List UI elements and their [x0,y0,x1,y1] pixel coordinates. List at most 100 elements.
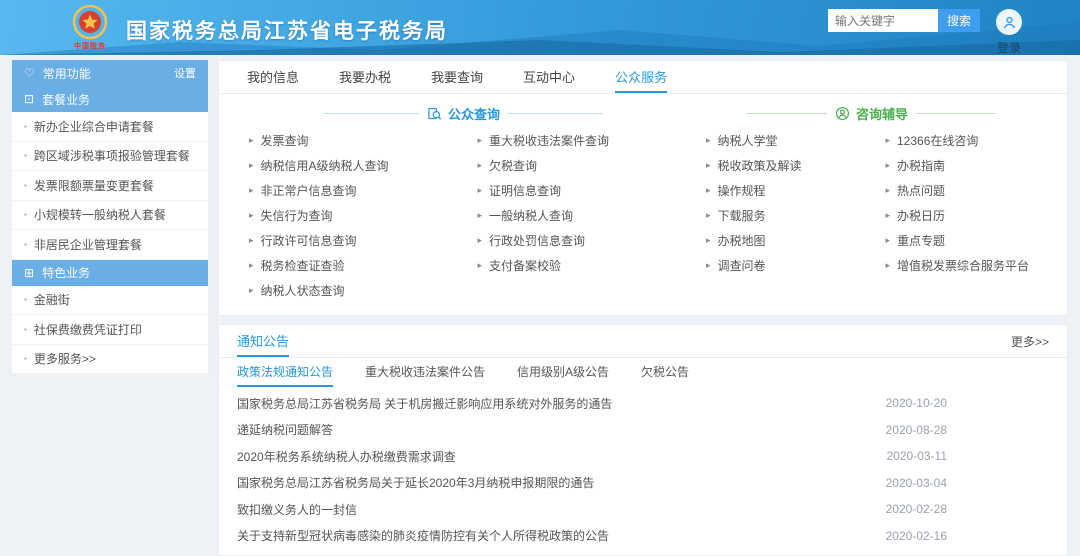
notice-item[interactable]: 关于支持新型冠状病毒感染的肺炎疫情防控有关个人所得税政策的公告 2020-02-… [237,523,1049,550]
sidebar-header-special-business[interactable]: ⊞ 特色业务 [12,260,208,286]
sidebar-item-label: 小规模转一般纳税人套餐 [34,206,166,223]
tax-emblem-icon [72,4,108,40]
link-dishonesty-query[interactable]: ▸失信行为查询 [235,203,463,228]
settings-button[interactable]: 设置 [174,65,196,81]
link-survey[interactable]: ▸调查问卷 [692,253,872,278]
subtab-policy-notices[interactable]: 政策法规通知公告 [237,358,333,387]
main-nav-tabs: 我的信息 我要办税 我要查询 互动中心 公众服务 [219,61,1067,94]
link-credit-a-taxpayer-query[interactable]: ▸纳税信用A级纳税人查询 [235,153,463,178]
arrow-icon: ▸ [249,160,254,171]
arrow-icon: ▸ [706,135,711,146]
subtab-arrears-notices[interactable]: 欠税公告 [641,358,689,387]
notice-title-text: 递延纳税问题解答 [237,421,333,438]
notice-title-text: 国家税务总局江苏省税务局关于延长2020年3月纳税申报期限的通告 [237,474,594,491]
public-query-title: 公众查询 [427,104,500,123]
sidebar: ♡ 常用功能 设置 ⊡ 套餐业务 ▪ 新办企业综合申请套餐 ▪ 跨区域涉税事项报… [12,60,208,374]
arrow-icon: ▸ [885,185,890,196]
tab-public-services[interactable]: 公众服务 [615,61,667,93]
sidebar-item-social-insurance-print[interactable]: ▪ 社保费缴费凭证打印 [12,315,208,345]
link-tax-policy-interpretation[interactable]: ▸税收政策及解读 [692,153,872,178]
link-tax-arrears-query[interactable]: ▸欠税查询 [463,153,691,178]
arrow-icon: ▸ [885,160,890,171]
arrow-icon: ▸ [249,235,254,246]
arrow-icon: ▸ [477,160,482,171]
sidebar-item-financial-street[interactable]: ▪ 金融街 [12,286,208,316]
search-box: 搜索 [828,9,980,32]
subtab-major-violation-notices[interactable]: 重大税收违法案件公告 [365,358,485,387]
sidebar-item-more-services[interactable]: ▪ 更多服务>> [12,345,208,375]
public-query-col1: ▸发票查询 ▸纳税信用A级纳税人查询 ▸非正常户信息查询 ▸失信行为查询 ▸行政… [235,128,463,303]
link-taxpayer-school[interactable]: ▸纳税人学堂 [692,128,872,153]
sidebar-item-label: 发票限额票量变更套餐 [34,177,154,194]
link-abnormal-account-query[interactable]: ▸非正常户信息查询 [235,178,463,203]
link-inspection-cert-check[interactable]: ▸税务检查证查验 [235,253,463,278]
tab-query[interactable]: 我要查询 [431,61,483,93]
link-invoice-query[interactable]: ▸发票查询 [235,128,463,153]
tab-interaction-center[interactable]: 互动中心 [523,61,575,93]
link-major-violation-query[interactable]: ▸重大税收违法案件查询 [463,128,691,153]
arrow-icon: ▸ [249,260,254,271]
notice-item[interactable]: 国家税务总局江苏省税务局关于延长2020年3月纳税申报期限的通告 2020-03… [237,470,1049,497]
link-tax-map[interactable]: ▸办税地图 [692,228,872,253]
consult-col2: ▸12366在线咨询 ▸办税指南 ▸热点问题 ▸办税日历 ▸重点专题 ▸增值税发… [871,128,1051,278]
sidebar-header-package-business[interactable]: ⊡ 套餐业务 [12,86,208,112]
notices-title-tab[interactable]: 通知公告 [237,325,289,357]
tab-my-info[interactable]: 我的信息 [247,61,299,93]
sidebar-header-common-functions[interactable]: ♡ 常用功能 设置 [12,60,208,86]
search-doc-icon [427,106,442,121]
link-tax-calendar[interactable]: ▸办税日历 [871,203,1051,228]
arrow-icon: ▸ [477,235,482,246]
link-general-taxpayer-query[interactable]: ▸一般纳税人查询 [463,203,691,228]
notice-item[interactable]: 递延纳税问题解答 2020-08-28 [237,417,1049,444]
sidebar-item-invoice-limit-package[interactable]: ▪ 发票限额票量变更套餐 [12,171,208,201]
notice-title-text: 2020年税务系统纳税人办税缴费需求调查 [237,448,456,465]
link-payment-filing-check[interactable]: ▸支付备案校验 [463,253,691,278]
arrow-icon: ▸ [885,210,890,221]
arrow-icon: ▸ [706,185,711,196]
bullet-icon: ▪ [24,354,27,363]
sidebar-item-small-scale-package[interactable]: ▪ 小规模转一般纳税人套餐 [12,201,208,231]
sidebar-item-new-enterprise-package[interactable]: ▪ 新办企业综合申请套餐 [12,112,208,142]
arrow-icon: ▸ [249,210,254,221]
notice-item[interactable]: 致扣缴义务人的一封信 2020-02-28 [237,496,1049,523]
link-operating-procedures[interactable]: ▸操作规程 [692,178,872,203]
notice-date: 2020-10-20 [886,396,947,410]
bullet-icon: ▪ [24,295,27,304]
link-taxpayer-status-query[interactable]: ▸纳税人状态查询 [235,278,463,303]
login-button[interactable]: 登录 [996,9,1022,55]
link-admin-license-query[interactable]: ▸行政许可信息查询 [235,228,463,253]
link-tax-guide[interactable]: ▸办税指南 [871,153,1051,178]
notice-item[interactable]: 国家税务总局江苏省税务局 关于机房搬迁影响应用系统对外服务的通告 2020-10… [237,390,1049,417]
divider-line [916,113,996,114]
link-12366-online[interactable]: ▸12366在线咨询 [871,128,1051,153]
link-hot-issues[interactable]: ▸热点问题 [871,178,1051,203]
sidebar-item-label: 更多服务>> [34,350,96,367]
user-icon [996,9,1022,35]
grid-icon: ⊞ [24,266,34,280]
link-vat-invoice-platform[interactable]: ▸增值税发票综合服务平台 [871,253,1051,278]
more-notices-link[interactable]: 更多>> [1011,325,1049,357]
notice-list: 国家税务总局江苏省税务局 关于机房搬迁影响应用系统对外服务的通告 2020-10… [219,387,1067,555]
sidebar-item-cross-region-package[interactable]: ▪ 跨区域涉税事项报验管理套餐 [12,142,208,172]
subtab-credit-a-notices[interactable]: 信用级别A级公告 [517,358,609,387]
sidebar-item-label: 新办企业综合申请套餐 [34,118,154,135]
sidebar-item-nonresident-package[interactable]: ▪ 非居民企业管理套餐 [12,230,208,260]
link-key-topics[interactable]: ▸重点专题 [871,228,1051,253]
search-input[interactable] [828,9,938,32]
arrow-icon: ▸ [706,260,711,271]
search-button[interactable]: 搜索 [938,9,980,32]
sidebar-item-label: 社保费缴费凭证打印 [34,321,142,338]
link-admin-penalty-query[interactable]: ▸行政处罚信息查询 [463,228,691,253]
arrow-icon: ▸ [477,135,482,146]
link-certificate-info-query[interactable]: ▸证明信息查询 [463,178,691,203]
arrow-icon: ▸ [885,135,890,146]
arrow-icon: ▸ [706,235,711,246]
notice-item[interactable]: 2020年税务系统纳税人办税缴费需求调查 2020-03-11 [237,443,1049,470]
arrow-icon: ▸ [249,185,254,196]
notice-subtabs: 政策法规通知公告 重大税收违法案件公告 信用级别A级公告 欠税公告 [219,358,1067,387]
tab-handle-tax[interactable]: 我要办税 [339,61,391,93]
notice-title-text: 关于支持新型冠状病毒感染的肺炎疫情防控有关个人所得税政策的公告 [237,527,609,544]
sidebar-common-label: 常用功能 [43,65,91,82]
link-download-service[interactable]: ▸下载服务 [692,203,872,228]
arrow-icon: ▸ [885,260,890,271]
